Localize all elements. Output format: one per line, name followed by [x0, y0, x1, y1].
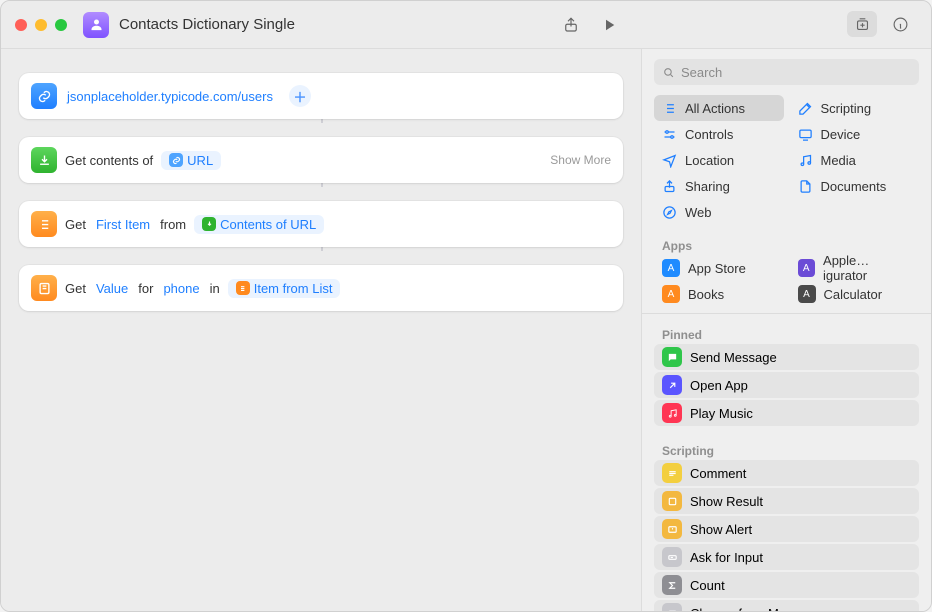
music-icon: [662, 403, 682, 423]
category-scripting[interactable]: Scripting: [790, 95, 920, 121]
open-icon: [662, 375, 682, 395]
pinned-header: Pinned: [642, 322, 931, 344]
square-icon: [662, 491, 682, 511]
add-url-button[interactable]: ＋: [289, 85, 311, 107]
action-get-contents[interactable]: Get contents of URL Show More: [19, 137, 623, 183]
app-app-store[interactable]: AApp Store: [654, 255, 784, 281]
download-icon: [31, 147, 57, 173]
category-web[interactable]: Web: [654, 199, 784, 225]
action-word: Get: [65, 217, 86, 232]
show-more-button[interactable]: Show More: [550, 153, 611, 167]
link-icon: [31, 83, 57, 109]
app-icon: A: [798, 259, 816, 277]
action-open-app[interactable]: Open App: [654, 372, 919, 398]
window-title: Contacts Dictionary Single: [119, 16, 295, 33]
list-icon: [31, 211, 57, 237]
search-icon: [662, 66, 675, 79]
action-play-music[interactable]: Play Music: [654, 400, 919, 426]
dictionary-icon: [31, 275, 57, 301]
action-get-first-item[interactable]: Get First Item from Contents of URL: [19, 201, 623, 247]
category-device[interactable]: Device: [790, 121, 920, 147]
input-icon: [662, 547, 682, 567]
action-library: Search All ActionsScriptingControlsDevic…: [641, 49, 931, 611]
variable-item-from-list[interactable]: Item from List: [228, 279, 341, 298]
device-icon: [798, 127, 813, 142]
action-show-result[interactable]: Show Result: [654, 488, 919, 514]
app-apple-igurator[interactable]: AApple…igurator: [790, 255, 920, 281]
category-documents[interactable]: Documents: [790, 173, 920, 199]
window-controls[interactable]: [15, 19, 67, 31]
apps-header: Apps: [642, 233, 931, 255]
app-books[interactable]: ABooks: [654, 281, 784, 305]
music-icon: [798, 153, 813, 168]
divider: [642, 313, 931, 314]
slider-icon: [662, 127, 677, 142]
url-value[interactable]: jsonplaceholder.typicode.com/users: [65, 87, 275, 106]
scripting-header: Scripting: [642, 438, 931, 460]
share-button[interactable]: [555, 11, 587, 39]
search-input[interactable]: Search: [654, 59, 919, 85]
action-show-alert[interactable]: Show Alert: [654, 516, 919, 542]
app-icon: A: [798, 285, 816, 303]
variable-contents-of-url[interactable]: Contents of URL: [194, 215, 324, 234]
library-toggle[interactable]: [847, 11, 877, 37]
alert-icon: [662, 519, 682, 539]
action-label: Get contents of: [65, 153, 153, 168]
download-icon: [202, 217, 216, 231]
search-placeholder: Search: [681, 65, 722, 80]
action-url[interactable]: jsonplaceholder.typicode.com/users ＋: [19, 73, 623, 119]
maximize-button[interactable]: [55, 19, 67, 31]
sigma-icon: [662, 575, 682, 595]
menu-icon: [662, 603, 682, 611]
action-word: in: [210, 281, 220, 296]
lines-icon: [662, 463, 682, 483]
action-word: Get: [65, 281, 86, 296]
category-location[interactable]: Location: [654, 147, 784, 173]
action-count[interactable]: Count: [654, 572, 919, 598]
chat-icon: [662, 347, 682, 367]
wand-icon: [798, 101, 813, 116]
param-first-item[interactable]: First Item: [94, 215, 152, 234]
action-word: from: [160, 217, 186, 232]
category-all-actions[interactable]: All Actions: [654, 95, 784, 121]
app-icon: A: [662, 285, 680, 303]
category-media[interactable]: Media: [790, 147, 920, 173]
param-value[interactable]: Value: [94, 279, 130, 298]
close-button[interactable]: [15, 19, 27, 31]
app-icon: A: [662, 259, 680, 277]
variable-url[interactable]: URL: [161, 151, 221, 170]
run-button[interactable]: [593, 11, 625, 39]
category-sharing[interactable]: Sharing: [654, 173, 784, 199]
action-word: for: [138, 281, 153, 296]
link-icon: [169, 153, 183, 167]
share-icon: [662, 179, 677, 194]
safari-icon: [662, 205, 677, 220]
category-controls[interactable]: Controls: [654, 121, 784, 147]
action-get-dict-value[interactable]: Get Value for phone in Item from List: [19, 265, 623, 311]
action-choose-from-menu[interactable]: Choose from Menu: [654, 600, 919, 611]
minimize-button[interactable]: [35, 19, 47, 31]
info-button[interactable]: [885, 11, 915, 37]
app-calculator[interactable]: ACalculator: [790, 281, 920, 305]
doc-icon: [798, 179, 813, 194]
param-key[interactable]: phone: [161, 279, 201, 298]
shortcut-icon: [83, 12, 109, 38]
action-ask-for-input[interactable]: Ask for Input: [654, 544, 919, 570]
action-comment[interactable]: Comment: [654, 460, 919, 486]
shortcut-editor[interactable]: jsonplaceholder.typicode.com/users ＋ Get…: [1, 49, 641, 611]
list-icon: [662, 101, 677, 116]
action-send-message[interactable]: Send Message: [654, 344, 919, 370]
list-icon: [236, 281, 250, 295]
nav-icon: [662, 153, 677, 168]
